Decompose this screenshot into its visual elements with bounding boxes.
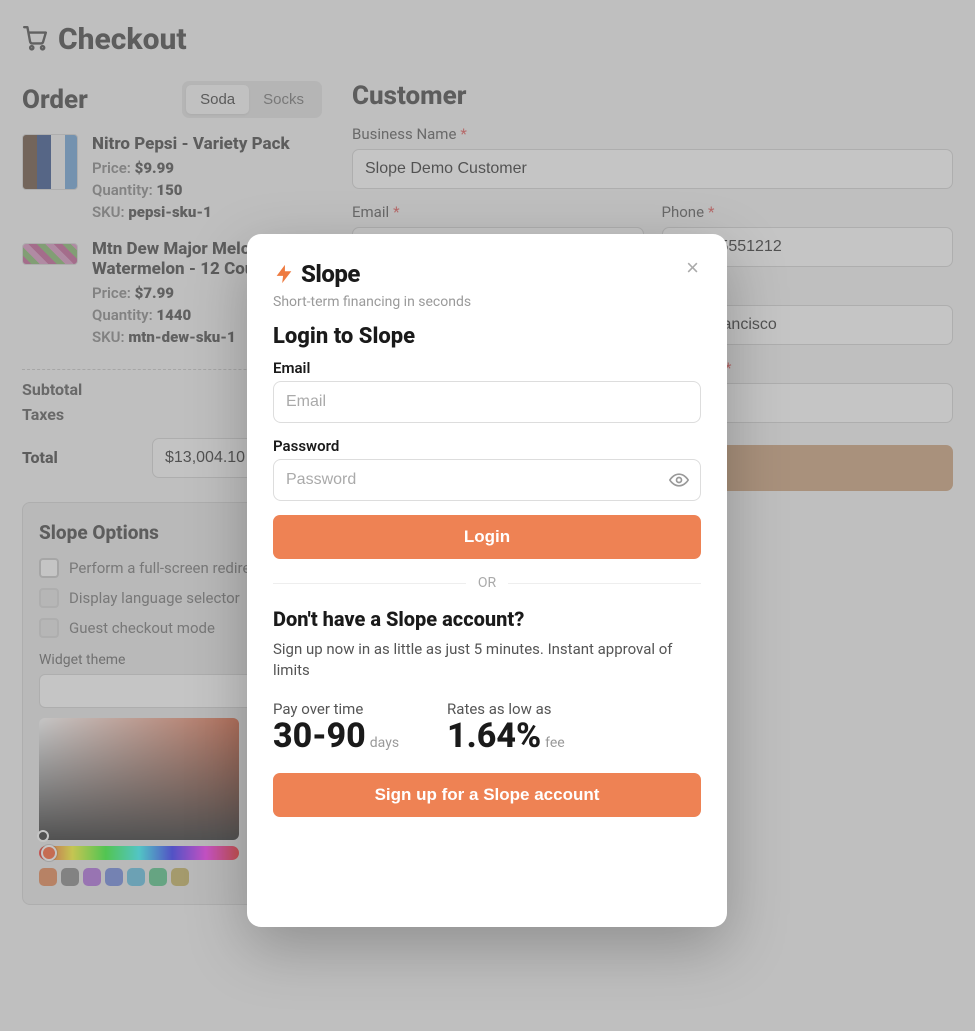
modal-email-input[interactable] [273, 381, 701, 423]
slope-logo: Slope [273, 260, 701, 288]
stat-unit: days [370, 735, 399, 751]
brand-text: Slope [301, 260, 360, 288]
bolt-icon [273, 263, 295, 285]
modal-email-label: Email [273, 359, 701, 377]
login-modal: × Slope Short-term financing in seconds … [247, 234, 727, 927]
stat-unit: fee [545, 735, 565, 751]
or-divider: OR [478, 575, 496, 591]
modal-password-input[interactable] [273, 459, 701, 501]
eye-icon[interactable] [669, 470, 689, 494]
stat-value: 30-90 [273, 716, 366, 756]
signup-heading: Don't have a Slope account? [273, 607, 701, 631]
login-heading: Login to Slope [273, 324, 701, 349]
login-button[interactable]: Login [273, 515, 701, 559]
signup-button[interactable]: Sign up for a Slope account [273, 773, 701, 817]
tagline: Short-term financing in seconds [273, 294, 701, 310]
close-icon[interactable]: × [680, 254, 705, 282]
modal-password-label: Password [273, 437, 701, 455]
stat-value: 1.64% [447, 716, 541, 756]
signup-text: Sign up now in as little as just 5 minut… [273, 639, 701, 681]
